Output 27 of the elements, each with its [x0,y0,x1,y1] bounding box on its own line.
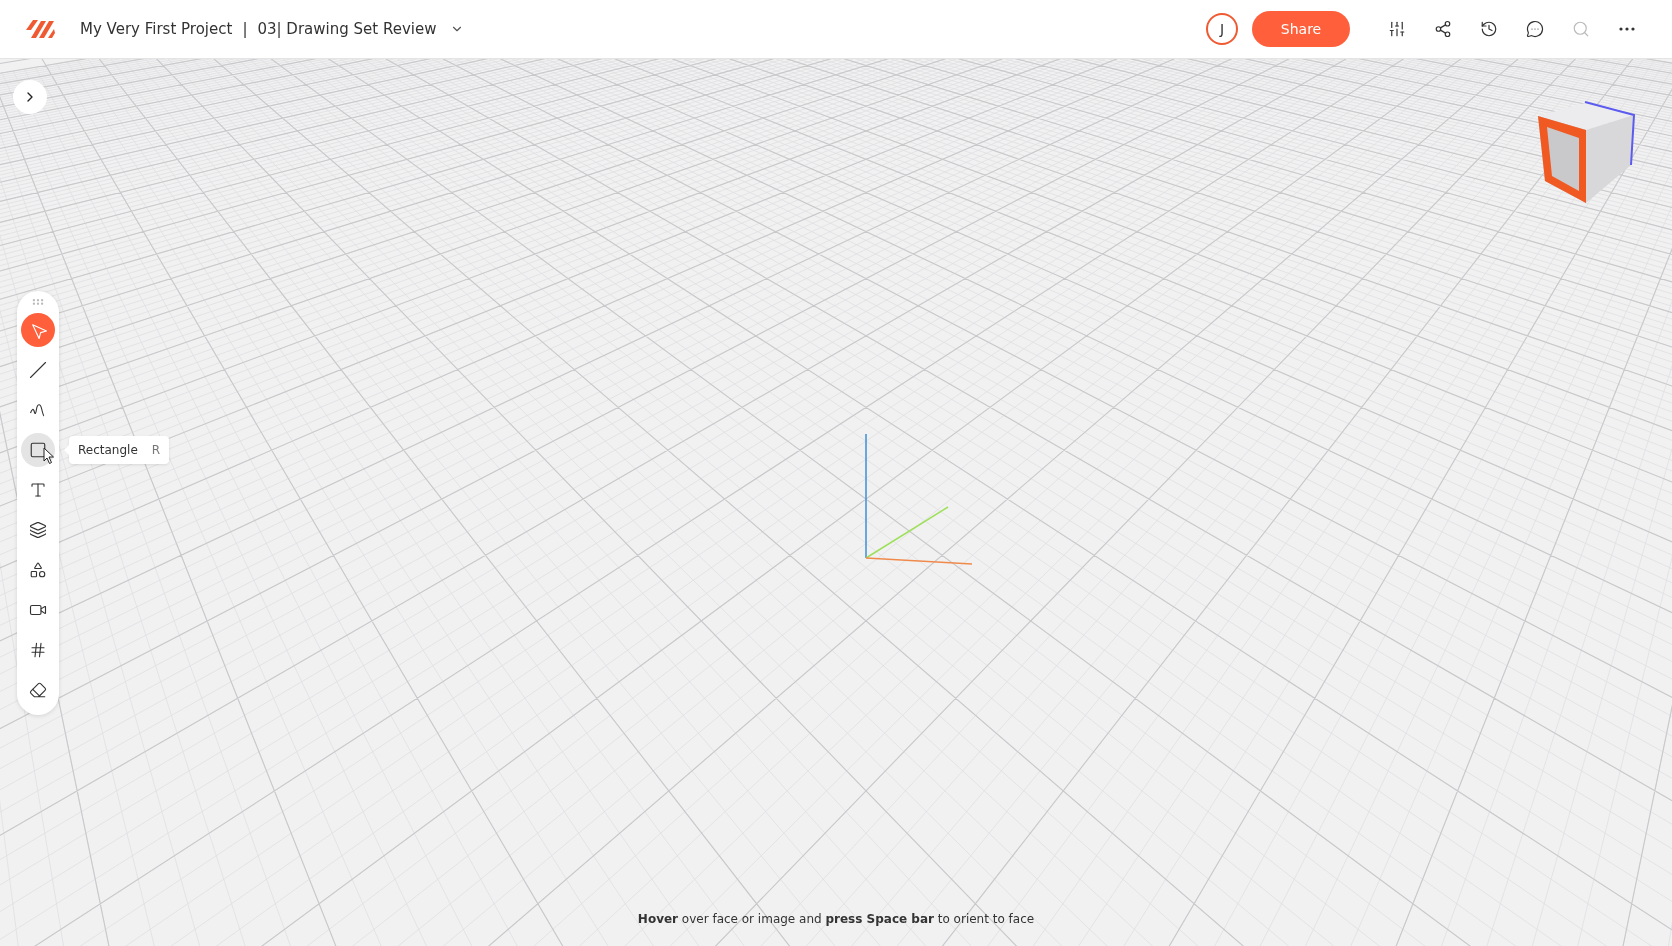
cursor-icon [43,447,55,465]
viewport-canvas[interactable]: Rectangle R Hover over face or image and press Space bar to orient to face [0,59,1672,946]
hint-text: Hover over face or image and press Space bar to orient to face [637,912,1035,926]
shapes-icon [29,561,47,579]
sliders-icon [1388,20,1406,38]
comment-icon [1526,20,1544,38]
pointer-tool[interactable] [21,313,55,347]
eraser-icon [29,681,47,699]
title-separator: | [242,20,248,38]
tooltip-label: Rectangle [78,443,138,457]
document-name: 03| Drawing Set Review [257,20,437,38]
share-icon [1434,20,1452,38]
user-avatar[interactable]: J [1206,13,1238,45]
shortcut-key: R [151,443,161,457]
grid-icon [29,641,47,659]
text-icon [29,481,47,499]
square-icon [29,441,47,459]
square-tool[interactable] [21,433,55,467]
history-icon [1480,20,1498,38]
line-icon [29,361,47,379]
more-icon [1619,27,1635,31]
layers-icon [29,521,47,539]
curve-icon [29,401,47,419]
drag-handle-icon[interactable] [31,297,45,307]
project-name: My Very First Project [80,20,233,38]
search-icon [1572,20,1590,38]
logo-icon[interactable] [24,18,56,40]
